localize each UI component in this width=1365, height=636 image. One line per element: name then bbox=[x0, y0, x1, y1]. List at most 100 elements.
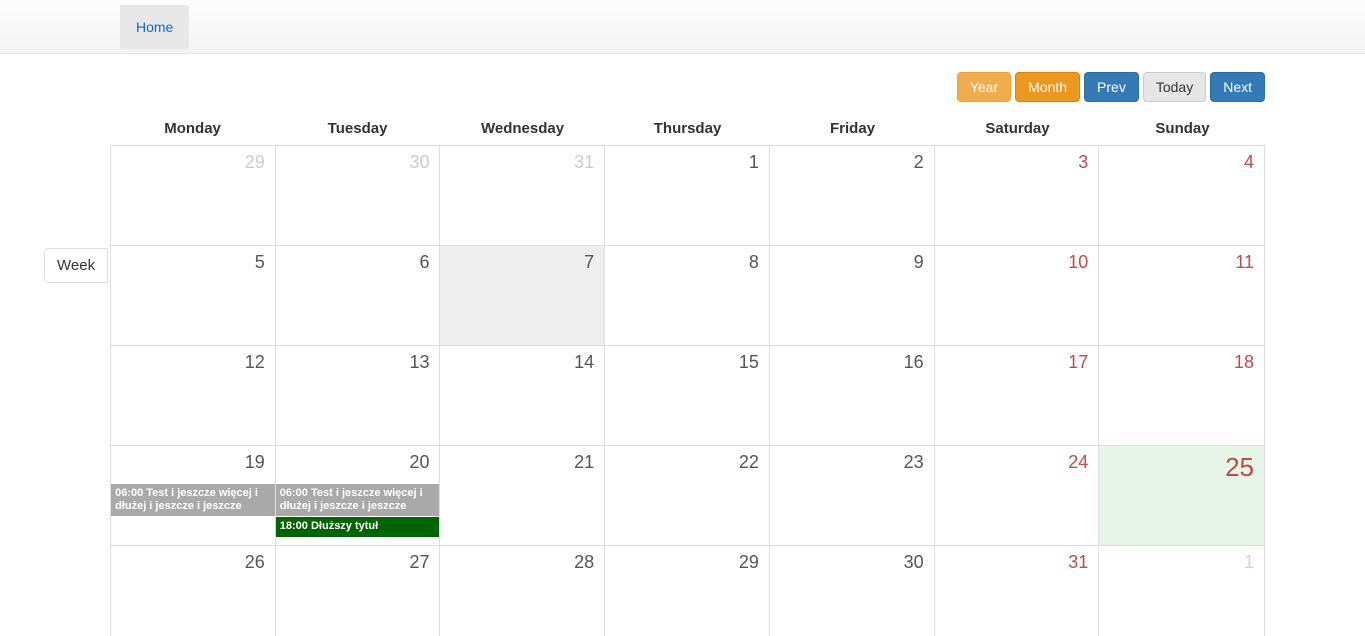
navbar: Home bbox=[0, 0, 1365, 54]
day-of-week-header: Saturday bbox=[935, 114, 1100, 145]
day-number: 22 bbox=[739, 452, 759, 473]
day-of-week-row: MondayTuesdayWednesdayThursdayFridaySatu… bbox=[110, 114, 1265, 145]
day-number: 27 bbox=[409, 552, 429, 573]
day-number: 1 bbox=[749, 152, 759, 173]
day-number: 12 bbox=[245, 352, 265, 373]
day-number: 18 bbox=[1234, 352, 1254, 373]
calendar-day[interactable]: 29 bbox=[111, 146, 276, 245]
day-of-week-header: Sunday bbox=[1100, 114, 1265, 145]
calendar-day[interactable]: 28 bbox=[440, 546, 605, 636]
day-number: 7 bbox=[584, 252, 594, 273]
calendar-day[interactable]: 27 bbox=[276, 546, 441, 636]
day-of-week-header: Thursday bbox=[605, 114, 770, 145]
day-number: 16 bbox=[904, 352, 924, 373]
calendar-day[interactable]: 9 bbox=[770, 246, 935, 345]
calendar-day[interactable]: 5 bbox=[111, 246, 276, 345]
day-number: 11 bbox=[1235, 252, 1254, 273]
day-number: 28 bbox=[574, 552, 594, 573]
day-number: 19 bbox=[245, 452, 265, 473]
calendar-day[interactable]: 7 bbox=[440, 246, 605, 345]
calendar-day[interactable]: 31 bbox=[935, 546, 1100, 636]
day-number: 29 bbox=[739, 552, 759, 573]
calendar-day[interactable]: 26 bbox=[111, 546, 276, 636]
prev-button[interactable]: Prev bbox=[1084, 72, 1139, 102]
calendar-day[interactable]: 19 06:00 Test i jeszcze więcej i dłużej i… bbox=[111, 446, 276, 545]
day-number: 8 bbox=[749, 252, 759, 273]
calendar-day[interactable]: 13 bbox=[276, 346, 441, 445]
day-of-week-header: Tuesday bbox=[275, 114, 440, 145]
calendar-day[interactable]: 31 bbox=[440, 146, 605, 245]
day-of-week-header: Monday bbox=[110, 114, 275, 145]
calendar-day[interactable]: 29 bbox=[605, 546, 770, 636]
calendar-day[interactable]: 3 bbox=[935, 146, 1100, 245]
day-number: 29 bbox=[245, 152, 265, 173]
calendar-day[interactable]: 17 bbox=[935, 346, 1100, 445]
month-button[interactable]: Month bbox=[1015, 72, 1080, 102]
calendar-day[interactable]: 6 bbox=[276, 246, 441, 345]
calendar-event[interactable]: 06:00 Test i jeszcze więcej i dłużej i j… bbox=[276, 484, 440, 516]
calendar-day[interactable]: 12 bbox=[111, 346, 276, 445]
calendar-day[interactable]: 22 bbox=[605, 446, 770, 545]
day-number: 3 bbox=[1078, 152, 1088, 173]
day-number: 9 bbox=[914, 252, 924, 273]
calendar-day[interactable]: 24 bbox=[935, 446, 1100, 545]
year-button[interactable]: Year bbox=[957, 72, 1011, 102]
calendar-day[interactable]: 1 bbox=[605, 146, 770, 245]
calendar-day[interactable]: 16 bbox=[770, 346, 935, 445]
calendar-week: 29 30 31 1 2 3 4 bbox=[111, 145, 1264, 245]
calendar-day[interactable]: 15 bbox=[605, 346, 770, 445]
week-tab[interactable]: Week bbox=[44, 248, 108, 283]
calendar-day[interactable]: 10 bbox=[935, 246, 1100, 345]
calendar-day[interactable]: 21 bbox=[440, 446, 605, 545]
calendar-grid: 2930311234567891011121314151617181906:00… bbox=[110, 145, 1265, 636]
day-number: 10 bbox=[1068, 252, 1088, 273]
calendar-event[interactable]: 06:00 Test i jeszcze więcej i dłużej i j… bbox=[111, 484, 275, 516]
content: Year Month Prev Today Next Week MondayTu… bbox=[0, 54, 1365, 636]
calendar-event[interactable]: 18:00 Dłuższy tytuł bbox=[276, 517, 440, 536]
day-number: 4 bbox=[1244, 152, 1254, 173]
day-of-week-header: Wednesday bbox=[440, 114, 605, 145]
day-events: 06:00 Test i jeszcze więcej i dłużej i j… bbox=[111, 484, 275, 517]
day-number: 30 bbox=[904, 552, 924, 573]
day-number: 17 bbox=[1068, 352, 1088, 373]
calendar-day[interactable]: 8 bbox=[605, 246, 770, 345]
day-number: 30 bbox=[409, 152, 429, 173]
calendar-wrap: Week MondayTuesdayWednesdayThursdayFrida… bbox=[0, 114, 1365, 636]
day-number: 1 bbox=[1244, 552, 1254, 573]
calendar-day[interactable]: 18 bbox=[1099, 346, 1264, 445]
day-number: 5 bbox=[255, 252, 265, 273]
day-number: 21 bbox=[574, 452, 594, 473]
day-number: 20 bbox=[409, 452, 429, 473]
day-number: 23 bbox=[904, 452, 924, 473]
day-of-week-header: Friday bbox=[770, 114, 935, 145]
day-number: 25 bbox=[1225, 452, 1254, 483]
calendar-day[interactable]: 23 bbox=[770, 446, 935, 545]
day-number: 15 bbox=[739, 352, 759, 373]
calendar-toolbar: Year Month Prev Today Next bbox=[0, 72, 1365, 114]
day-number: 26 bbox=[245, 552, 265, 573]
next-button[interactable]: Next bbox=[1210, 72, 1265, 102]
day-events: 06:00 Test i jeszcze więcej i dłużej i j… bbox=[276, 484, 440, 538]
calendar-day[interactable]: 11 bbox=[1099, 246, 1264, 345]
day-number: 31 bbox=[574, 152, 594, 173]
calendar-day[interactable]: 1 bbox=[1099, 546, 1264, 636]
calendar-day[interactable]: 20 06:00 Test i jeszcze więcej i dłużej i… bbox=[276, 446, 441, 545]
calendar-week: 19 06:00 Test i jeszcze więcej i dłużej i… bbox=[111, 445, 1264, 545]
day-number: 2 bbox=[914, 152, 924, 173]
calendar-day[interactable]: 25 bbox=[1099, 446, 1264, 545]
calendar-day[interactable]: 30 bbox=[276, 146, 441, 245]
day-number: 13 bbox=[409, 352, 429, 373]
nav-home[interactable]: Home bbox=[120, 5, 189, 49]
today-button[interactable]: Today bbox=[1143, 72, 1206, 102]
calendar-day[interactable]: 14 bbox=[440, 346, 605, 445]
calendar: MondayTuesdayWednesdayThursdayFridaySatu… bbox=[110, 114, 1265, 636]
calendar-week: 26 27 28 29 30 31 1 bbox=[111, 545, 1264, 636]
calendar-day[interactable]: 30 bbox=[770, 546, 935, 636]
calendar-day[interactable]: 2 bbox=[770, 146, 935, 245]
day-number: 31 bbox=[1068, 552, 1088, 573]
day-number: 14 bbox=[574, 352, 594, 373]
calendar-week: 12 13 14 15 16 17 18 bbox=[111, 345, 1264, 445]
day-number: 24 bbox=[1068, 452, 1088, 473]
calendar-day[interactable]: 4 bbox=[1099, 146, 1264, 245]
calendar-week: 56 7 8 9 10 11 bbox=[111, 245, 1264, 345]
